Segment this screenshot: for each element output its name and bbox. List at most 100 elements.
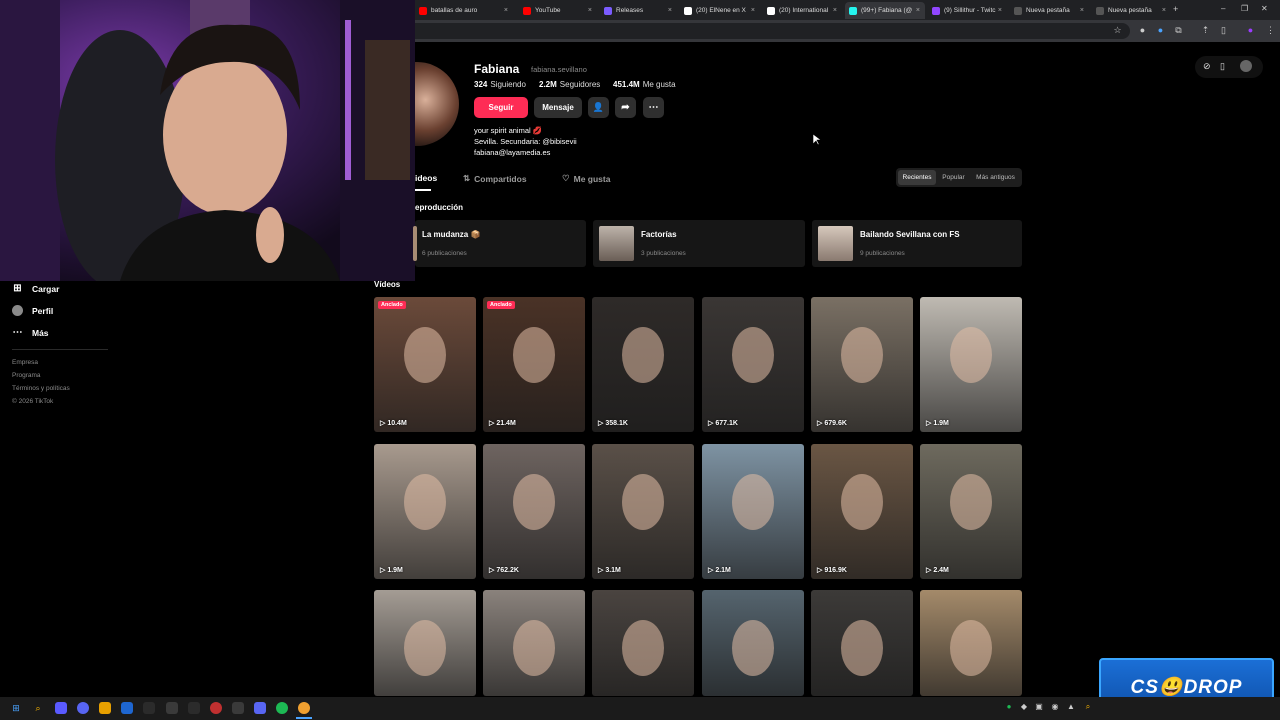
browser-tab[interactable]: (20) ElNene en X × xyxy=(680,2,760,19)
video-thumbnail[interactable] xyxy=(811,590,913,696)
video-thumbnail[interactable] xyxy=(374,590,476,696)
video-thumbnail[interactable]: ▷ 358.1K xyxy=(592,297,694,432)
tray-icon[interactable]: ◆ xyxy=(1019,702,1029,712)
close-tab-icon[interactable]: × xyxy=(1080,7,1084,14)
footer-link-programa[interactable]: Programa xyxy=(12,372,41,379)
tray-icon[interactable]: ▲ xyxy=(1066,702,1076,712)
browser-tab[interactable]: batallas de auro × xyxy=(415,2,513,19)
browser-tab[interactable]: (99+) Fabiana (@ × xyxy=(845,2,925,19)
message-button[interactable]: Mensaje xyxy=(534,97,582,118)
browser-tab[interactable]: Releases × xyxy=(600,2,677,19)
footer-link-empresa[interactable]: Empresa xyxy=(12,359,38,366)
app-icon[interactable] xyxy=(232,702,244,714)
close-tab-icon[interactable]: × xyxy=(1162,7,1166,14)
tab-label: ideos xyxy=(415,173,438,183)
playlist-card[interactable]: Factorías 3 publicaciones xyxy=(593,220,805,267)
app-icon[interactable] xyxy=(210,702,222,714)
chrome-icon[interactable] xyxy=(298,702,310,714)
browser-tab[interactable]: Nueva pestaña × xyxy=(1010,2,1089,19)
tab-liked[interactable]: ♡ Me gusta xyxy=(562,173,610,184)
sort-oldest[interactable]: Más antiguos xyxy=(971,170,1020,185)
extension-blue-icon[interactable]: ● xyxy=(1155,25,1166,36)
video-thumbnail[interactable]: ▷ 2.4M xyxy=(920,444,1022,579)
discord-icon[interactable] xyxy=(254,702,266,714)
search-icon[interactable]: ⌕ xyxy=(32,702,44,714)
app-icon[interactable] xyxy=(121,702,133,714)
stat-followers[interactable]: 2.2M Seguidores xyxy=(539,80,600,89)
video-thumbnail[interactable] xyxy=(483,590,585,696)
app-icon[interactable] xyxy=(166,702,178,714)
sort-popular[interactable]: Popular xyxy=(938,170,969,185)
bio-email[interactable]: fabiana@layamedia.es xyxy=(474,148,550,157)
video-thumbnail[interactable]: Anclado ▷ 10.4M xyxy=(374,297,476,432)
tray-icon[interactable]: ▣ xyxy=(1034,702,1044,712)
stat-following[interactable]: 324 Siguiendo xyxy=(474,80,526,89)
video-thumbnail[interactable]: ▷ 677.1K xyxy=(702,297,804,432)
close-tab-icon[interactable]: × xyxy=(916,7,920,14)
task-view-icon[interactable] xyxy=(55,702,67,714)
playlist-card[interactable]: La mudanza 📦 6 publicaciones xyxy=(413,220,586,267)
share-icon[interactable]: ➦ xyxy=(615,97,636,118)
add-friend-icon[interactable]: 👤 xyxy=(588,97,609,118)
tab-shared[interactable]: ⇅ Compartidos xyxy=(463,173,527,184)
minimize-button[interactable]: – xyxy=(1221,4,1225,13)
address-bar[interactable] xyxy=(415,23,1130,39)
pin-icon[interactable]: ⇡ xyxy=(1200,25,1211,36)
tray-icon[interactable]: ● xyxy=(1004,702,1014,712)
close-window-button[interactable]: ✕ xyxy=(1261,4,1268,13)
playlist-card[interactable]: Bailando Sevillana con FS 9 publicacione… xyxy=(812,220,1022,267)
profile-avatar-icon[interactable]: ● xyxy=(1245,25,1256,36)
follow-button[interactable]: Seguir xyxy=(474,97,528,118)
maximize-button[interactable]: ❐ xyxy=(1241,4,1248,13)
close-tab-icon[interactable]: × xyxy=(833,7,837,14)
more-options-icon[interactable]: ⋯ xyxy=(643,97,664,118)
sidebar-item-perfil[interactable]: Perfil xyxy=(12,305,53,316)
user-avatar-icon[interactable] xyxy=(1240,60,1252,72)
close-tab-icon[interactable]: × xyxy=(751,7,755,14)
video-thumbnail[interactable] xyxy=(702,590,804,696)
bookmark-star-icon[interactable]: ☆ xyxy=(1112,25,1123,36)
video-thumbnail[interactable]: ▷ 3.1M xyxy=(592,444,694,579)
video-thumbnail[interactable]: ▷ 1.9M xyxy=(920,297,1022,432)
close-tab-icon[interactable]: × xyxy=(668,7,672,14)
video-thumbnail[interactable]: ▷ 1.9M xyxy=(374,444,476,579)
puzzle-icon[interactable]: ⧉ xyxy=(1173,25,1184,36)
video-thumbnail[interactable] xyxy=(920,590,1022,696)
repost-icon: ⇅ xyxy=(463,173,471,183)
tab-title: Releases xyxy=(616,7,644,14)
video-thumbnail[interactable]: ▷ 679.6K xyxy=(811,297,913,432)
video-thumbnail[interactable] xyxy=(592,590,694,696)
footer-link-terminos[interactable]: Términos y políticas xyxy=(12,385,70,392)
menu-kebab-icon[interactable]: ⋮ xyxy=(1265,25,1276,36)
view-count: 916.9K xyxy=(824,567,847,574)
close-tab-icon[interactable]: × xyxy=(998,7,1002,14)
close-tab-icon[interactable]: × xyxy=(504,7,508,14)
tab-videos[interactable]: ideos xyxy=(415,173,437,183)
sidebar-item-cargar[interactable]: ⊞ Cargar xyxy=(12,283,59,294)
sidebar-item-mas[interactable]: ⋯ Más xyxy=(12,327,49,338)
app-icon[interactable] xyxy=(77,702,89,714)
browser-tab[interactable]: Nueva pestaña × xyxy=(1092,2,1171,19)
sort-recent[interactable]: Recientes xyxy=(898,170,936,185)
tray-icon[interactable]: ⌕ xyxy=(1083,702,1093,712)
device-icon[interactable]: ▯ xyxy=(1220,61,1225,72)
video-thumbnail[interactable]: ▷ 762.2K xyxy=(483,444,585,579)
sidepanel-icon[interactable]: ▯ xyxy=(1218,25,1229,36)
extension-icon[interactable]: ● xyxy=(1137,25,1148,36)
close-tab-icon[interactable]: × xyxy=(588,7,592,14)
app-icon[interactable] xyxy=(99,702,111,714)
app-icon[interactable] xyxy=(188,702,200,714)
video-thumbnail[interactable]: Anclado ▷ 21.4M xyxy=(483,297,585,432)
steam-icon[interactable] xyxy=(143,702,155,714)
windows-start-icon[interactable]: ⊞ xyxy=(10,702,22,714)
browser-tab[interactable]: (9) Sillithur - Twitc × xyxy=(928,2,1007,19)
spotify-icon[interactable] xyxy=(276,702,288,714)
browser-tab[interactable]: (20) International × xyxy=(763,2,842,19)
tray-icon[interactable]: ◉ xyxy=(1050,702,1060,712)
video-thumbnail[interactable]: ▷ 2.1M xyxy=(702,444,804,579)
compass-icon[interactable]: ⊘ xyxy=(1203,61,1211,72)
browser-tab[interactable]: YouTube × xyxy=(519,2,597,19)
video-thumbnail[interactable]: ▷ 916.9K xyxy=(811,444,913,579)
page-actions: ⊘ ▯ xyxy=(1195,56,1263,78)
new-tab-button[interactable]: + xyxy=(1173,4,1178,14)
